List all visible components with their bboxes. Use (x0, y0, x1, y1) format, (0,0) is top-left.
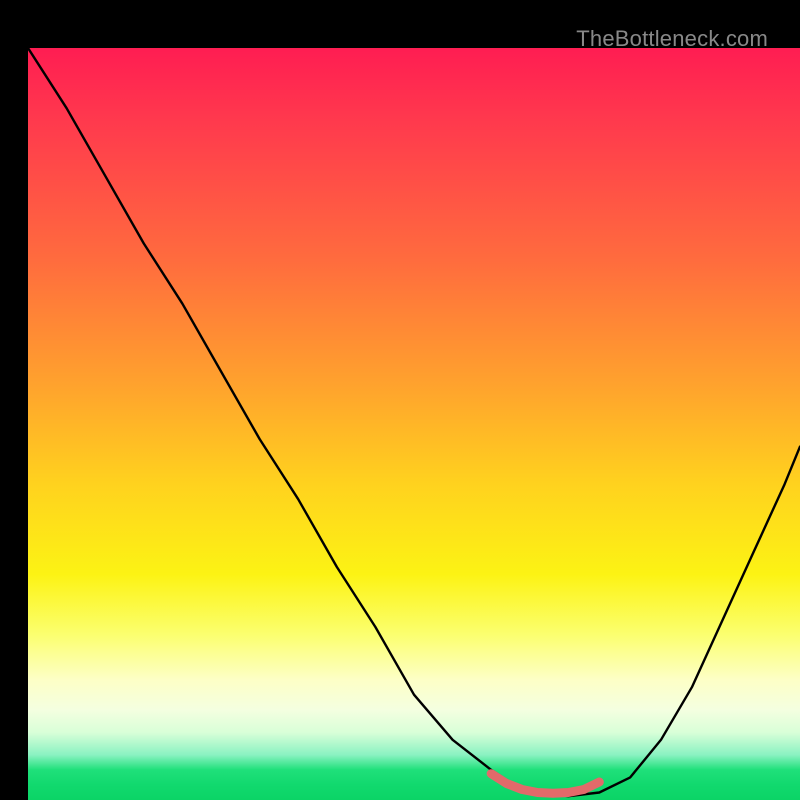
highlight-segment (491, 774, 599, 794)
plot-area (28, 48, 800, 800)
bottleneck-curve (28, 48, 800, 796)
curve-layer (28, 48, 800, 800)
chart-frame: TheBottleneck.com (14, 14, 786, 786)
watermark-label: TheBottleneck.com (576, 26, 768, 52)
